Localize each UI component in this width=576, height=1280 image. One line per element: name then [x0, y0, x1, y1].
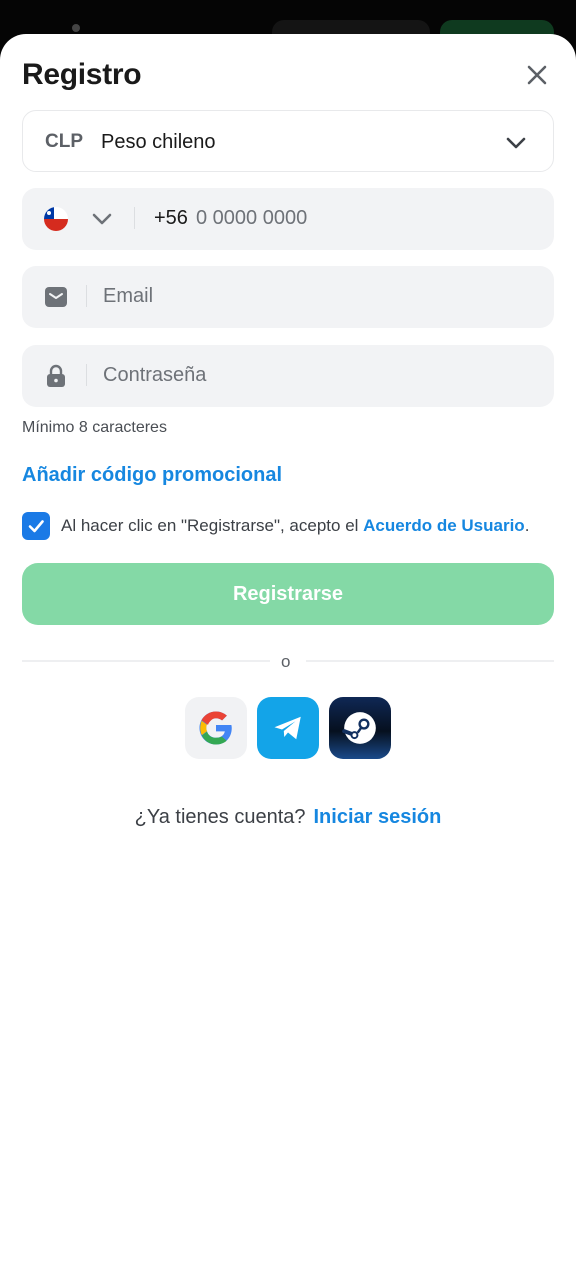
- google-icon: [199, 711, 232, 745]
- currency-name: Peso chileno: [101, 131, 216, 153]
- telegram-icon: [274, 716, 301, 740]
- steam-login-button[interactable]: [329, 697, 391, 759]
- consent-text: Al hacer clic en "Registrarse", acepto e…: [61, 516, 529, 536]
- phone-input[interactable]: 0 0000 0000: [196, 207, 307, 230]
- login-question: ¿Ya tienes cuenta?: [134, 806, 306, 828]
- steam-icon: [342, 712, 376, 744]
- field-divider: [134, 207, 135, 229]
- chevron-down-icon[interactable]: [90, 207, 114, 231]
- login-prompt: ¿Ya tienes cuenta? Iniciar sesión: [0, 806, 576, 829]
- promo-code-link[interactable]: Añadir código promocional: [22, 464, 282, 487]
- email-field[interactable]: Email: [22, 266, 554, 328]
- register-button[interactable]: Registrarse: [22, 563, 554, 625]
- status-dot: [72, 24, 80, 32]
- consent-label: Al hacer clic en "Registrarse", acepto e…: [61, 516, 364, 535]
- divider-line: [22, 660, 270, 662]
- phone-prefix: +56: [154, 207, 188, 229]
- terms-consent: Al hacer clic en "Registrarse", acepto e…: [22, 512, 562, 542]
- field-divider: [86, 364, 87, 386]
- divider-line: [306, 660, 554, 662]
- email-input[interactable]: Email: [103, 285, 153, 308]
- phone-field[interactable]: +56 0 0000 0000: [22, 188, 554, 250]
- close-button[interactable]: [520, 58, 554, 92]
- password-hint: Mínimo 8 caracteres: [22, 419, 167, 436]
- telegram-login-button[interactable]: [257, 697, 319, 759]
- mail-icon: [44, 285, 68, 309]
- terms-checkbox[interactable]: [22, 512, 50, 540]
- registration-sheet: Registro CLP Peso chileno +56 0 0000 000…: [0, 34, 576, 1280]
- currency-code: CLP: [45, 131, 83, 152]
- currency-select[interactable]: CLP Peso chileno: [22, 110, 554, 172]
- divider-label: o: [281, 652, 291, 671]
- page-title: Registro: [22, 58, 142, 91]
- chevron-down-icon: [506, 137, 526, 149]
- close-icon: [527, 65, 547, 85]
- login-link[interactable]: Iniciar sesión: [314, 806, 442, 828]
- password-field[interactable]: Contraseña: [22, 345, 554, 407]
- chile-flag-icon[interactable]: [44, 207, 68, 231]
- lock-icon: [44, 364, 68, 388]
- field-divider: [86, 285, 87, 307]
- google-login-button[interactable]: [185, 697, 247, 759]
- check-icon: [28, 520, 44, 533]
- password-input[interactable]: Contraseña: [103, 364, 206, 387]
- user-agreement-link[interactable]: Acuerdo de Usuario: [363, 516, 525, 535]
- consent-suffix: .: [524, 516, 530, 535]
